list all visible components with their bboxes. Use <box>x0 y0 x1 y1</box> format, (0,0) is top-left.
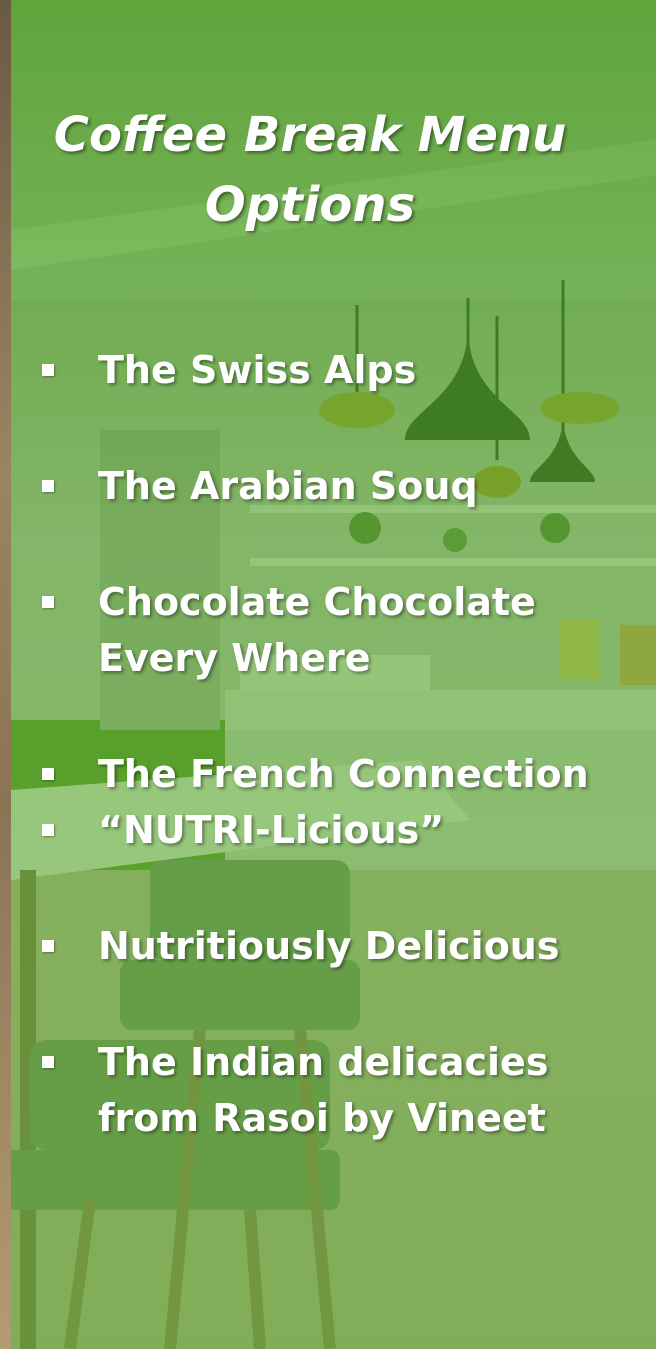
bullet-square-icon <box>42 824 54 836</box>
bullet-square-icon <box>42 940 54 952</box>
menu-item-label: The Swiss Alps <box>98 348 417 392</box>
bullet-square-icon <box>42 364 54 376</box>
slide-title: Coffee Break Menu Options <box>53 107 567 233</box>
menu-item-label: Nutritiously Delicious <box>98 924 560 968</box>
menu-item-label: The French Connection <box>98 752 589 796</box>
menu-item-label: The Arabian Souq <box>98 464 478 508</box>
bullet-square-icon <box>42 1056 54 1068</box>
bullet-square-icon <box>42 480 54 492</box>
menu-item-label: “NUTRI-Licious” <box>98 808 445 852</box>
menu-item-label: Chocolate Chocolate Every Where <box>98 580 536 680</box>
menu-item-label: The Indian delicacies from Rasoi by Vine… <box>98 1040 549 1140</box>
bullet-square-icon <box>42 768 54 780</box>
left-wood-strip <box>0 0 11 1349</box>
bullet-square-icon <box>42 596 54 608</box>
